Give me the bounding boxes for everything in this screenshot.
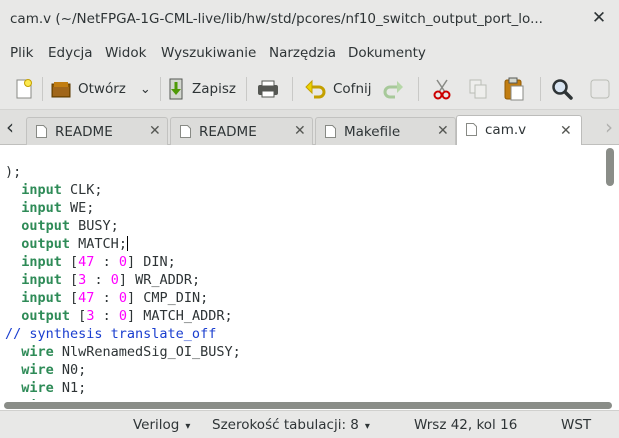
- copy-icon: [469, 79, 487, 99]
- tab-width-selector[interactable]: Szerokość tabulacji: 8 ▾: [212, 417, 370, 433]
- toolbar-separator: [246, 77, 247, 101]
- tab-label: cam.v: [485, 122, 527, 138]
- code-line: // synthesis translate_off: [5, 326, 217, 342]
- undo-icon: [305, 79, 326, 99]
- code-line: output [3 : 0] MATCH_ADDR;: [21, 308, 233, 324]
- code-editor[interactable]: ); input CLK; input WE; output BUSY; out…: [0, 145, 619, 400]
- tab-label: README: [55, 124, 113, 140]
- code-line: );: [5, 164, 22, 180]
- more-tools-button[interactable]: [588, 75, 612, 103]
- tab-readme-2[interactable]: README ✕: [170, 117, 313, 145]
- new-document-icon: [16, 79, 32, 99]
- close-icon[interactable]: ✕: [560, 123, 572, 139]
- code-line: wire N1;: [21, 380, 87, 396]
- menu-bar: Plik Edycja Widok Wyszukiwanie Narzędzia…: [0, 38, 619, 68]
- tab-width-label: Szerokość tabulacji: 8: [212, 417, 359, 433]
- menu-file[interactable]: Plik: [10, 45, 33, 61]
- menu-search[interactable]: Wyszukiwanie: [161, 45, 256, 61]
- vertical-scrollbar[interactable]: [606, 148, 614, 186]
- horizontal-scrollbar[interactable]: [4, 402, 612, 409]
- search-icon: [552, 79, 573, 100]
- search-button[interactable]: [551, 75, 573, 103]
- save-label: Zapisz: [192, 81, 236, 97]
- toolbar-separator: [160, 77, 161, 101]
- file-icon: [325, 125, 336, 138]
- tab-cam-v[interactable]: cam.v ✕: [456, 115, 582, 146]
- chevron-right-icon[interactable]: ›: [600, 116, 618, 138]
- undo-button[interactable]: Cofnij: [305, 75, 372, 103]
- code-line: input CLK;: [21, 182, 103, 198]
- print-icon: [258, 80, 278, 98]
- new-document-button[interactable]: [12, 75, 36, 103]
- window-title: cam.v (~/NetFPGA-1G-CML-live/lib/hw/std/…: [10, 11, 543, 27]
- language-label: Verilog: [133, 417, 180, 433]
- redo-icon: [383, 81, 403, 99]
- save-icon: [169, 78, 183, 100]
- tab-makefile[interactable]: Makefile ✕: [315, 117, 456, 145]
- code-line: wire NlwRenamedSig_OI_BUSY;: [21, 344, 241, 360]
- toolbar-separator: [540, 77, 541, 101]
- open-label: Otwórz: [78, 81, 126, 97]
- menu-edit[interactable]: Edycja: [48, 45, 93, 61]
- tab-bar: ‹ README ✕ README ✕ Makefile ✕ cam.v ✕ ›: [0, 110, 619, 146]
- file-icon: [180, 125, 191, 138]
- gedit-window: cam.v (~/NetFPGA-1G-CML-live/lib/hw/std/…: [0, 0, 619, 438]
- file-icon: [36, 125, 47, 138]
- paste-icon: [504, 77, 524, 101]
- toolbar: Otwórz ⌄ Zapisz Cofnij: [0, 68, 619, 110]
- code-line: input [47 : 0] CMP_DIN;: [21, 290, 209, 306]
- open-folder-icon: [51, 82, 71, 98]
- toolbar-separator: [42, 77, 43, 101]
- chevron-left-icon[interactable]: ‹: [1, 116, 19, 138]
- cursor-position: Wrsz 42, kol 16: [414, 417, 518, 433]
- close-icon[interactable]: ✕: [437, 123, 449, 139]
- language-selector[interactable]: Verilog ▾: [133, 417, 190, 433]
- undo-label: Cofnij: [333, 81, 372, 97]
- menu-tools[interactable]: Narzędzia: [269, 45, 336, 61]
- toolbar-separator: [418, 77, 419, 101]
- file-icon: [466, 123, 477, 136]
- print-button[interactable]: [256, 75, 280, 103]
- menu-documents[interactable]: Dokumenty: [348, 45, 426, 61]
- close-icon[interactable]: ✕: [294, 123, 306, 139]
- tab-readme-1[interactable]: README ✕: [26, 117, 168, 145]
- copy-button[interactable]: [468, 75, 488, 103]
- tab-label: Makefile: [344, 124, 401, 140]
- open-button[interactable]: Otwórz ⌄: [50, 75, 151, 103]
- redo-button[interactable]: [382, 75, 404, 103]
- chevron-down-icon[interactable]: ⌄: [140, 82, 151, 97]
- code-text: ); input CLK; input WE; output BUSY; out…: [5, 145, 273, 400]
- chevron-down-icon: ▾: [364, 421, 370, 432]
- code-line: input [47 : 0] DIN;: [21, 254, 176, 270]
- text-cursor: [126, 236, 128, 251]
- insert-mode[interactable]: WST: [561, 417, 591, 433]
- save-button[interactable]: Zapisz: [166, 75, 236, 103]
- code-line: output BUSY;: [21, 218, 119, 234]
- paste-button[interactable]: [503, 75, 525, 103]
- code-line: wire N0;: [21, 362, 87, 378]
- more-tools-icon: [590, 79, 610, 99]
- close-icon[interactable]: ✕: [589, 8, 609, 28]
- cut-icon: [433, 79, 451, 100]
- chevron-down-icon: ▾: [185, 421, 191, 432]
- cut-button[interactable]: [432, 75, 452, 103]
- status-bar: Verilog ▾ Szerokość tabulacji: 8 ▾ Wrsz 42…: [0, 410, 619, 438]
- tab-label: README: [199, 124, 257, 140]
- code-line: input [3 : 0] WR_ADDR;: [21, 272, 201, 288]
- code-line: input WE;: [21, 200, 95, 216]
- code-line: output MATCH;: [21, 236, 128, 252]
- menu-view[interactable]: Widok: [105, 45, 146, 61]
- title-bar: cam.v (~/NetFPGA-1G-CML-live/lib/hw/std/…: [0, 0, 619, 38]
- toolbar-separator: [292, 77, 293, 101]
- close-icon[interactable]: ✕: [149, 123, 161, 139]
